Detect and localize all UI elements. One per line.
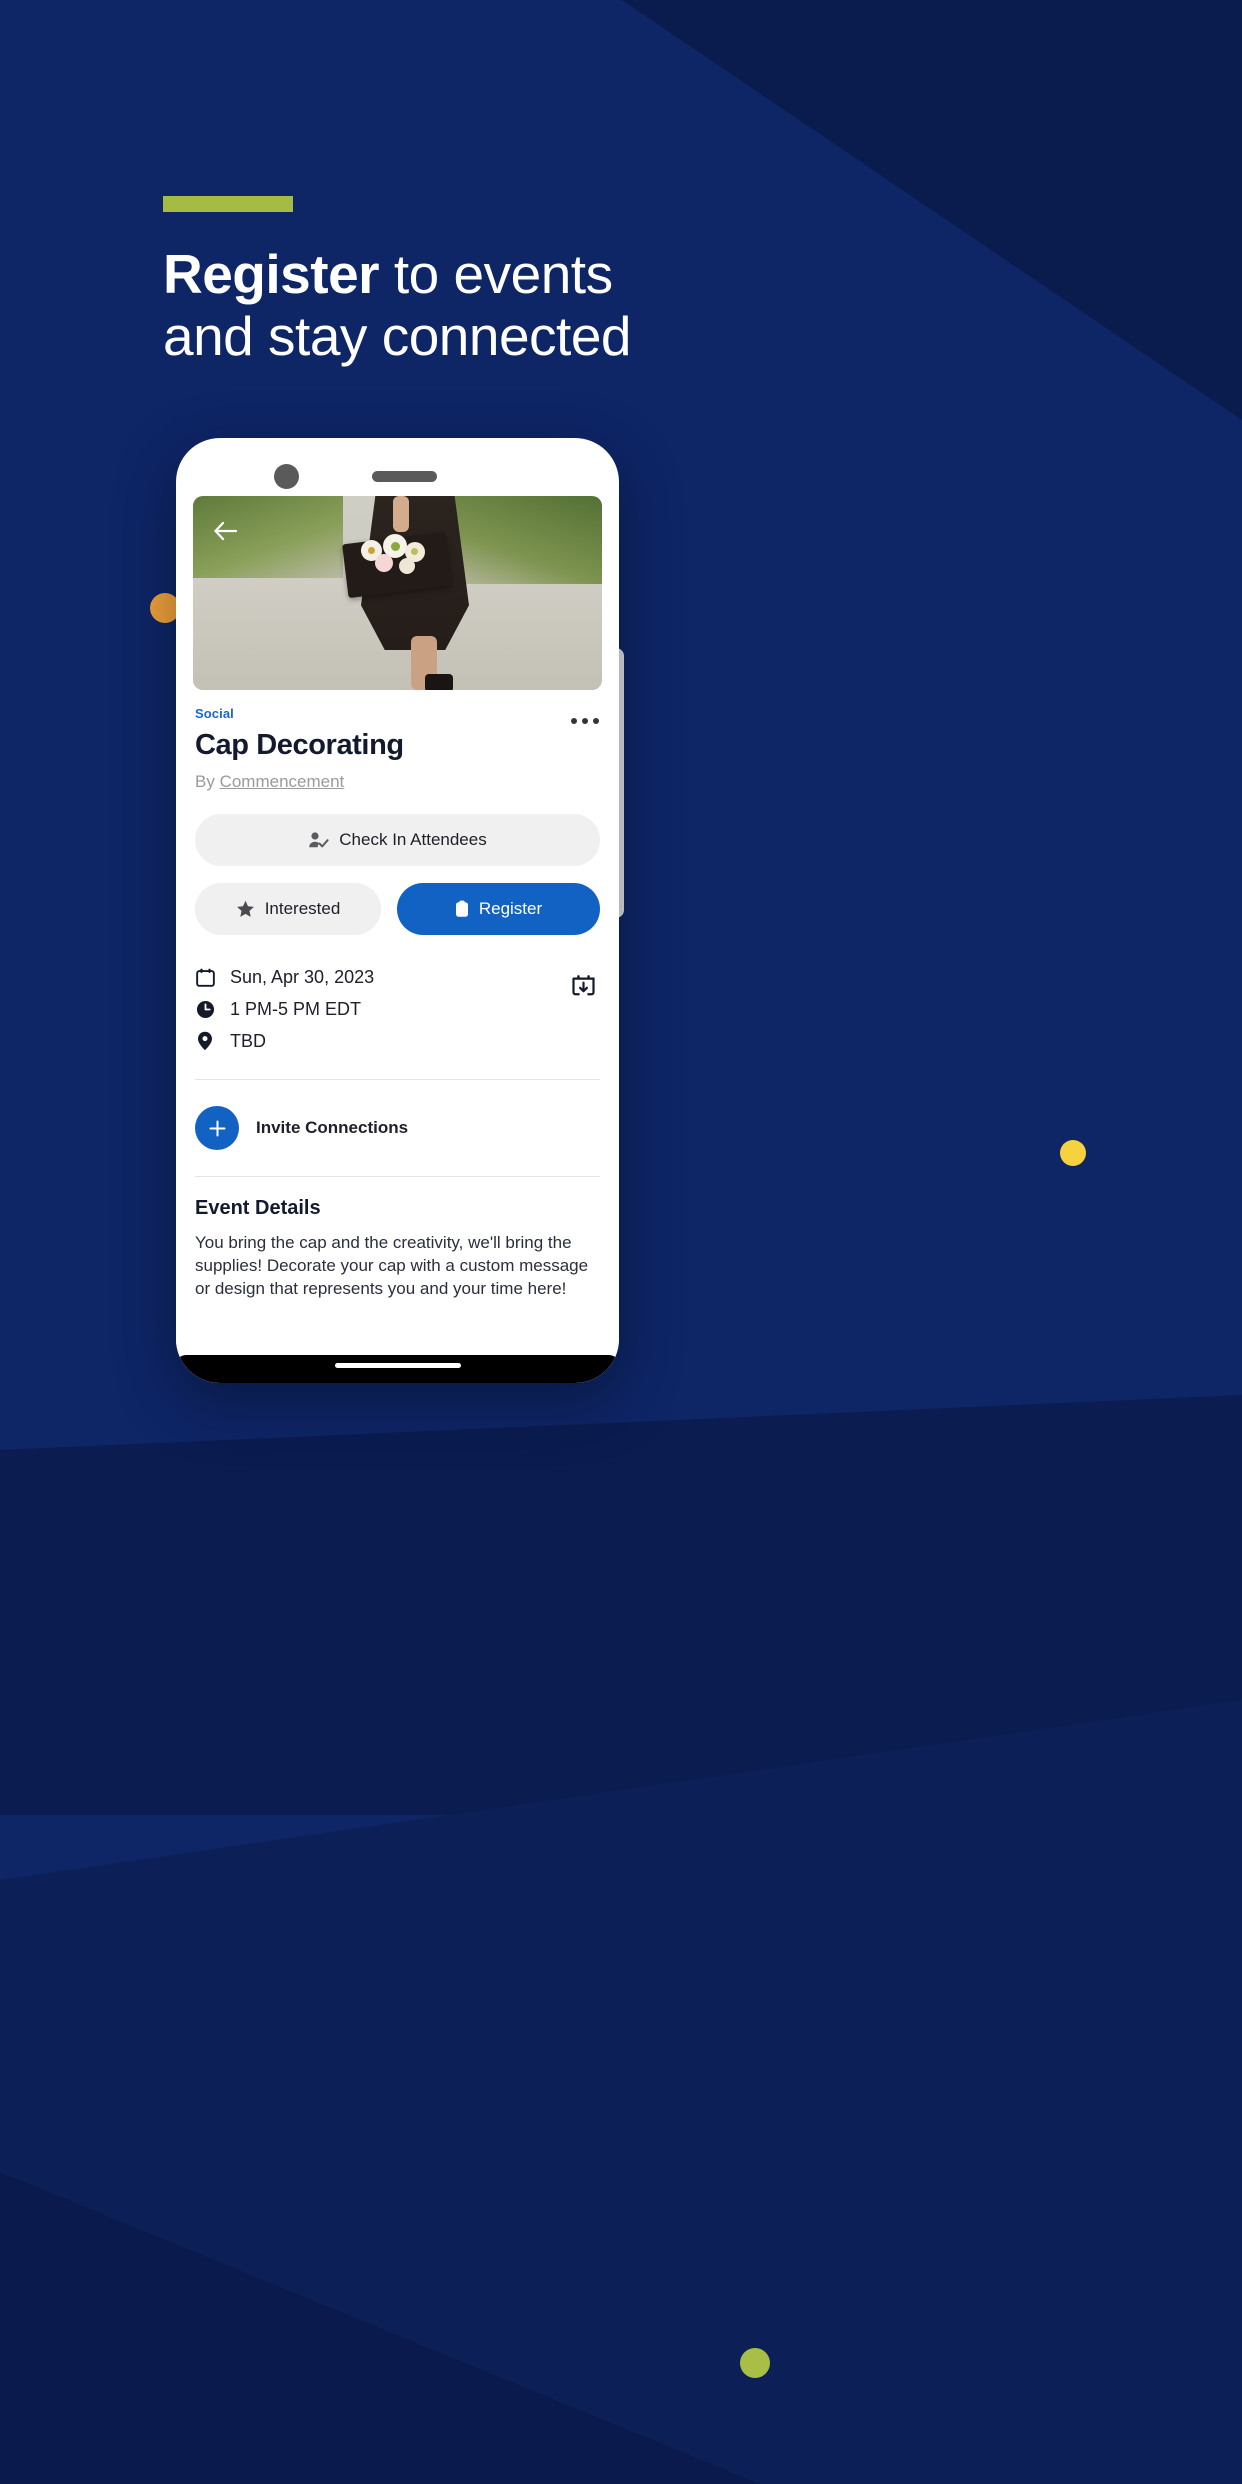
decorative-dot-yellow [1060,1140,1086,1166]
event-hero-image [193,496,602,690]
event-location-row: TBD [195,1025,600,1057]
more-options-button[interactable] [571,718,599,724]
headline-block: Register to events and stay connected [163,196,923,367]
event-time: 1 PM-5 PM EDT [230,998,362,1019]
hero-flower [399,558,415,574]
arrow-left-icon [214,521,238,541]
star-icon [236,900,254,917]
ellipsis-icon [571,718,577,724]
person-check-icon [309,832,329,848]
hero-shoe [425,674,453,690]
earpiece-speaker [372,471,437,482]
headline-line2: and stay connected [163,304,632,367]
ellipsis-icon [582,718,588,724]
decorative-dot-green [740,2348,770,2378]
byline-prefix: By [195,772,220,791]
hero-flower-center [411,548,418,555]
headline-rest-line1: to events [379,243,613,305]
invite-connections-row[interactable]: Invite Connections [195,1080,600,1176]
event-details-body: You bring the cap and the creativity, we… [195,1233,589,1298]
register-label: Register [478,899,543,918]
ellipsis-icon [593,718,599,724]
event-time-row: 1 PM-5 PM EDT [195,993,600,1025]
phone-mockup: Social Cap Decorating By Commencement Ch… [176,438,619,1383]
phone-screen: Social Cap Decorating By Commencement Ch… [176,496,619,1383]
event-organizer-link[interactable]: Commencement [220,772,345,791]
event-location: TBD [230,1030,266,1051]
event-details-heading: Event Details [195,1197,321,1219]
calendar-download-icon [572,975,595,996]
invite-connections-label: Invite Connections [256,1118,409,1137]
phone-top-bezel [176,438,619,496]
event-date: Sun, Apr 30, 2023 [230,966,375,987]
event-category[interactable]: Social [195,706,600,721]
plus-icon [208,1119,226,1137]
accent-bar [163,196,293,212]
add-to-calendar-button[interactable] [571,973,596,1003]
action-buttons: Check In Attendees Interested Register [195,814,600,935]
camera-dot-icon [274,464,299,489]
interested-button[interactable]: Interested [195,883,381,935]
register-button[interactable]: Register [397,883,600,935]
check-in-attendees-button[interactable]: Check In Attendees [195,814,600,866]
interested-label: Interested [264,899,341,918]
hero-flower [375,554,393,572]
page-title: Register to events and stay connected [163,243,923,367]
event-byline: By Commencement [195,772,600,792]
calendar-icon [195,968,215,987]
clock-icon [196,1000,214,1018]
hero-flower-center [391,542,400,551]
event-date-row: Sun, Apr 30, 2023 [195,961,600,993]
interested-register-row: Interested Register [195,883,600,935]
divider [195,1176,600,1177]
back-button[interactable] [211,516,241,546]
ticket-icon [455,900,468,917]
hero-arm [393,496,409,532]
event-meta: Sun, Apr 30, 2023 1 PM-5 PM EDT TBD [195,961,600,1057]
hero-flower-center [368,547,375,554]
event-content: Social Cap Decorating By Commencement Ch… [176,690,619,1301]
location-pin-icon [198,1031,212,1051]
event-title: Cap Decorating [195,729,404,761]
headline-bold-word: Register [163,243,380,305]
home-indicator[interactable] [334,1363,461,1368]
invite-connections-button[interactable] [195,1106,239,1150]
check-in-attendees-label: Check In Attendees [339,830,487,849]
home-indicator-bar [176,1355,619,1383]
